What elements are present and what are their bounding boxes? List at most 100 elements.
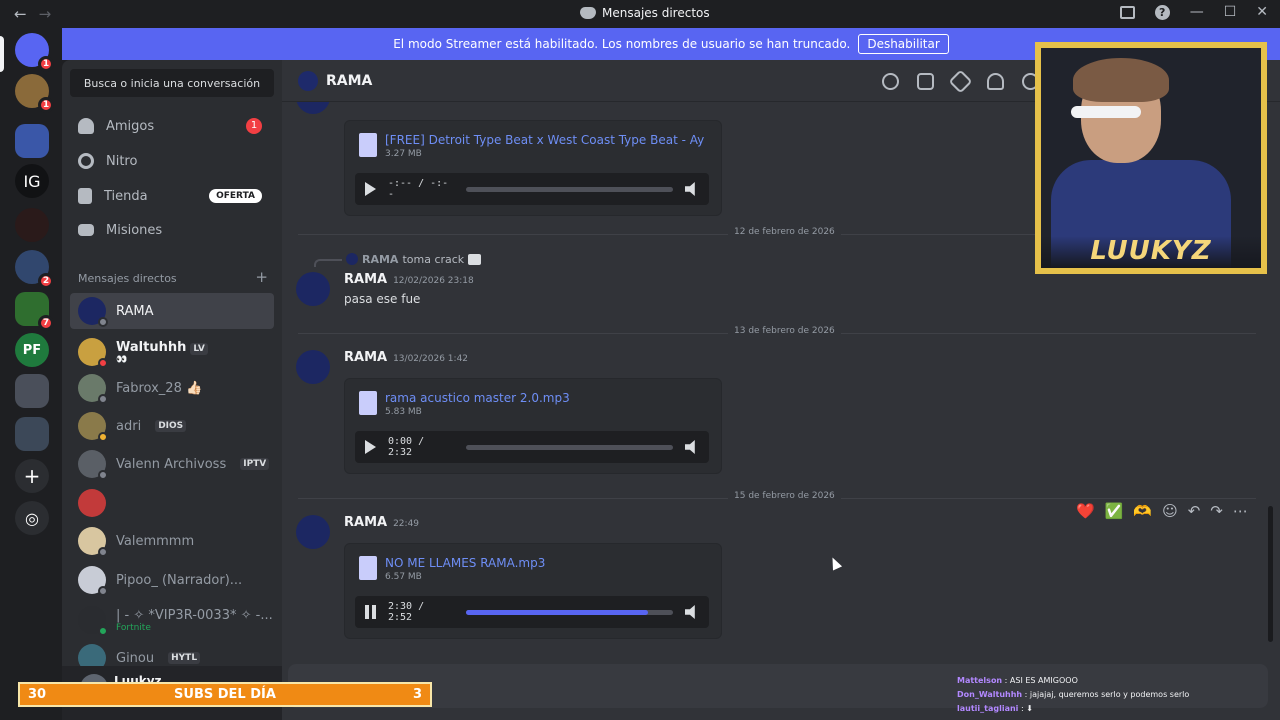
date-divider: 15 de febrero de 2026 [298,491,1256,501]
dm-tag: LV [190,342,208,355]
dm-item[interactable]: Valenn Archivoss IPTV [70,446,274,482]
reply-reference[interactable]: RAMA toma crack [314,251,482,267]
message-avatar[interactable] [296,272,330,306]
dm-tag: DIOS [155,420,187,432]
dm-item[interactable]: Valemmmm [70,523,274,559]
message-header: RAMA 12/02/2026 23:18 [344,272,474,287]
disable-streamer-button[interactable]: Deshabilitar [858,34,949,54]
attachment-name[interactable]: rama acustico master 2.0.mp3 [385,391,709,405]
chat-user: Don_Waltuhhh [957,690,1023,699]
server-icon[interactable]: 2 [15,250,54,289]
pause-icon[interactable] [365,605,376,619]
check-reaction-icon[interactable]: ✅ [1105,502,1124,520]
attachment-size: 5.83 MB [385,407,422,417]
maximize-button[interactable]: ☐ [1224,4,1237,20]
message-author[interactable]: RAMA [344,272,387,287]
more-icon[interactable]: ⋯ [1233,502,1248,520]
pin-icon[interactable] [948,69,973,94]
status-indicator [98,317,108,327]
webcam-overlay: LUUKYZ [1035,42,1267,274]
server-icon[interactable]: IG [15,164,49,198]
dm-sidebar: Busca o inicia una conversación Amigos 1… [62,60,282,720]
avatar [78,412,108,442]
dm-item[interactable]: adri DIOS [70,408,274,444]
volume-icon[interactable] [685,605,695,619]
message-header: RAMA 22:49 [344,515,419,530]
help-icon[interactable]: ? [1154,4,1170,20]
dm-item[interactable]: Waltuhhh LV 👀 [70,332,274,372]
audio-file-icon [359,133,377,157]
hands-reaction-icon[interactable]: 🫶 [1133,502,1152,520]
discord-logo-icon [580,7,596,19]
heart-reaction-icon[interactable]: ❤️ [1076,502,1095,520]
server-icon[interactable]: 7 [15,292,54,331]
voice-call-icon[interactable] [882,73,899,90]
minimize-button[interactable]: — [1190,4,1204,20]
dm-name: Ginou [116,650,155,666]
back-arrow-icon[interactable]: ← [14,5,27,23]
message-author[interactable]: RAMA [344,515,387,530]
message-avatar[interactable] [296,350,330,384]
quests-icon [78,224,94,236]
attachment-name[interactable]: NO ME LLAMES RAMA.mp3 [385,556,709,570]
dm-item[interactable]: | - ✧ *VIP3R-0033* ✧ -... Fortnite [70,600,274,640]
scrollbar[interactable] [1268,506,1273,642]
dm-name: adri [116,418,142,434]
shop-icon [78,188,92,204]
reply-icon[interactable]: ↶ [1188,502,1201,520]
server-icon[interactable] [15,374,49,408]
offer-badge: OFERTA [209,189,262,203]
discover-button[interactable]: ◎ [15,501,49,535]
avatar [78,566,108,596]
play-icon[interactable] [365,182,376,196]
home-dm-button[interactable]: 1 [15,33,54,72]
play-icon[interactable] [365,440,376,454]
server-icon[interactable]: 1 [15,74,54,113]
close-button[interactable]: ✕ [1256,4,1268,20]
dm-item[interactable]: Pipoo_ (Narrador)... [70,562,274,598]
reply-text: toma crack [402,252,465,266]
forward-arrow-icon[interactable]: → [39,5,52,23]
dm-item[interactable]: Fabrox_28 👍🏻 [70,370,274,406]
nitro-icon [78,153,94,169]
dm-item[interactable]: RAMA [70,293,274,329]
nav-friends[interactable]: Amigos 1 [70,109,274,143]
chat-line: lautii_tagliani : ⬇ [957,704,1033,713]
dm-item[interactable] [70,485,274,521]
create-dm-button[interactable]: + [255,268,268,286]
video-call-icon[interactable] [917,73,934,90]
server-icon[interactable] [15,208,49,242]
status-indicator [98,358,108,368]
inbox-icon[interactable] [1119,5,1135,19]
nav-shop[interactable]: Tienda OFERTA [70,179,274,213]
compass-icon: ◎ [25,508,39,528]
add-friends-icon[interactable] [987,73,1004,90]
message-avatar[interactable] [296,515,330,549]
title-bar: ← → Mensajes directos ? — ☐ ✕ [0,0,1280,28]
server-icon[interactable] [15,417,49,451]
server-icon[interactable]: PF [15,333,49,367]
audio-progress[interactable] [466,444,673,450]
nav-nitro[interactable]: Nitro [70,144,274,178]
server-icon[interactable] [15,124,49,158]
forward-icon[interactable]: ↷ [1210,502,1223,520]
attachment-name[interactable]: [FREE] Detroit Type Beat x West Coast Ty… [385,133,709,147]
window-controls: ? — ☐ ✕ [1119,4,1268,20]
date-divider-text: 15 de febrero de 2026 [728,491,841,501]
message-author[interactable]: RAMA [344,350,387,365]
reply-author: RAMA [362,252,399,266]
dm-name: | - ✧ *VIP3R-0033* ✧ -... [116,607,273,623]
volume-icon[interactable] [685,440,695,454]
friends-badge: 1 [246,118,262,134]
add-server-button[interactable]: + [15,459,49,493]
subs-title: SUBS DEL DÍA [174,687,276,702]
add-reaction-icon[interactable]: ☺ [1162,502,1178,520]
audio-progress[interactable] [466,609,673,615]
message-header: RAMA 13/02/2026 1:42 [344,350,468,365]
audio-progress[interactable] [466,186,673,192]
conversation-search[interactable]: Busca o inicia una conversación [70,69,274,97]
status-indicator [98,432,108,442]
audio-file-icon [359,391,377,415]
volume-icon[interactable] [685,182,695,196]
nav-quests[interactable]: Misiones [70,213,274,247]
